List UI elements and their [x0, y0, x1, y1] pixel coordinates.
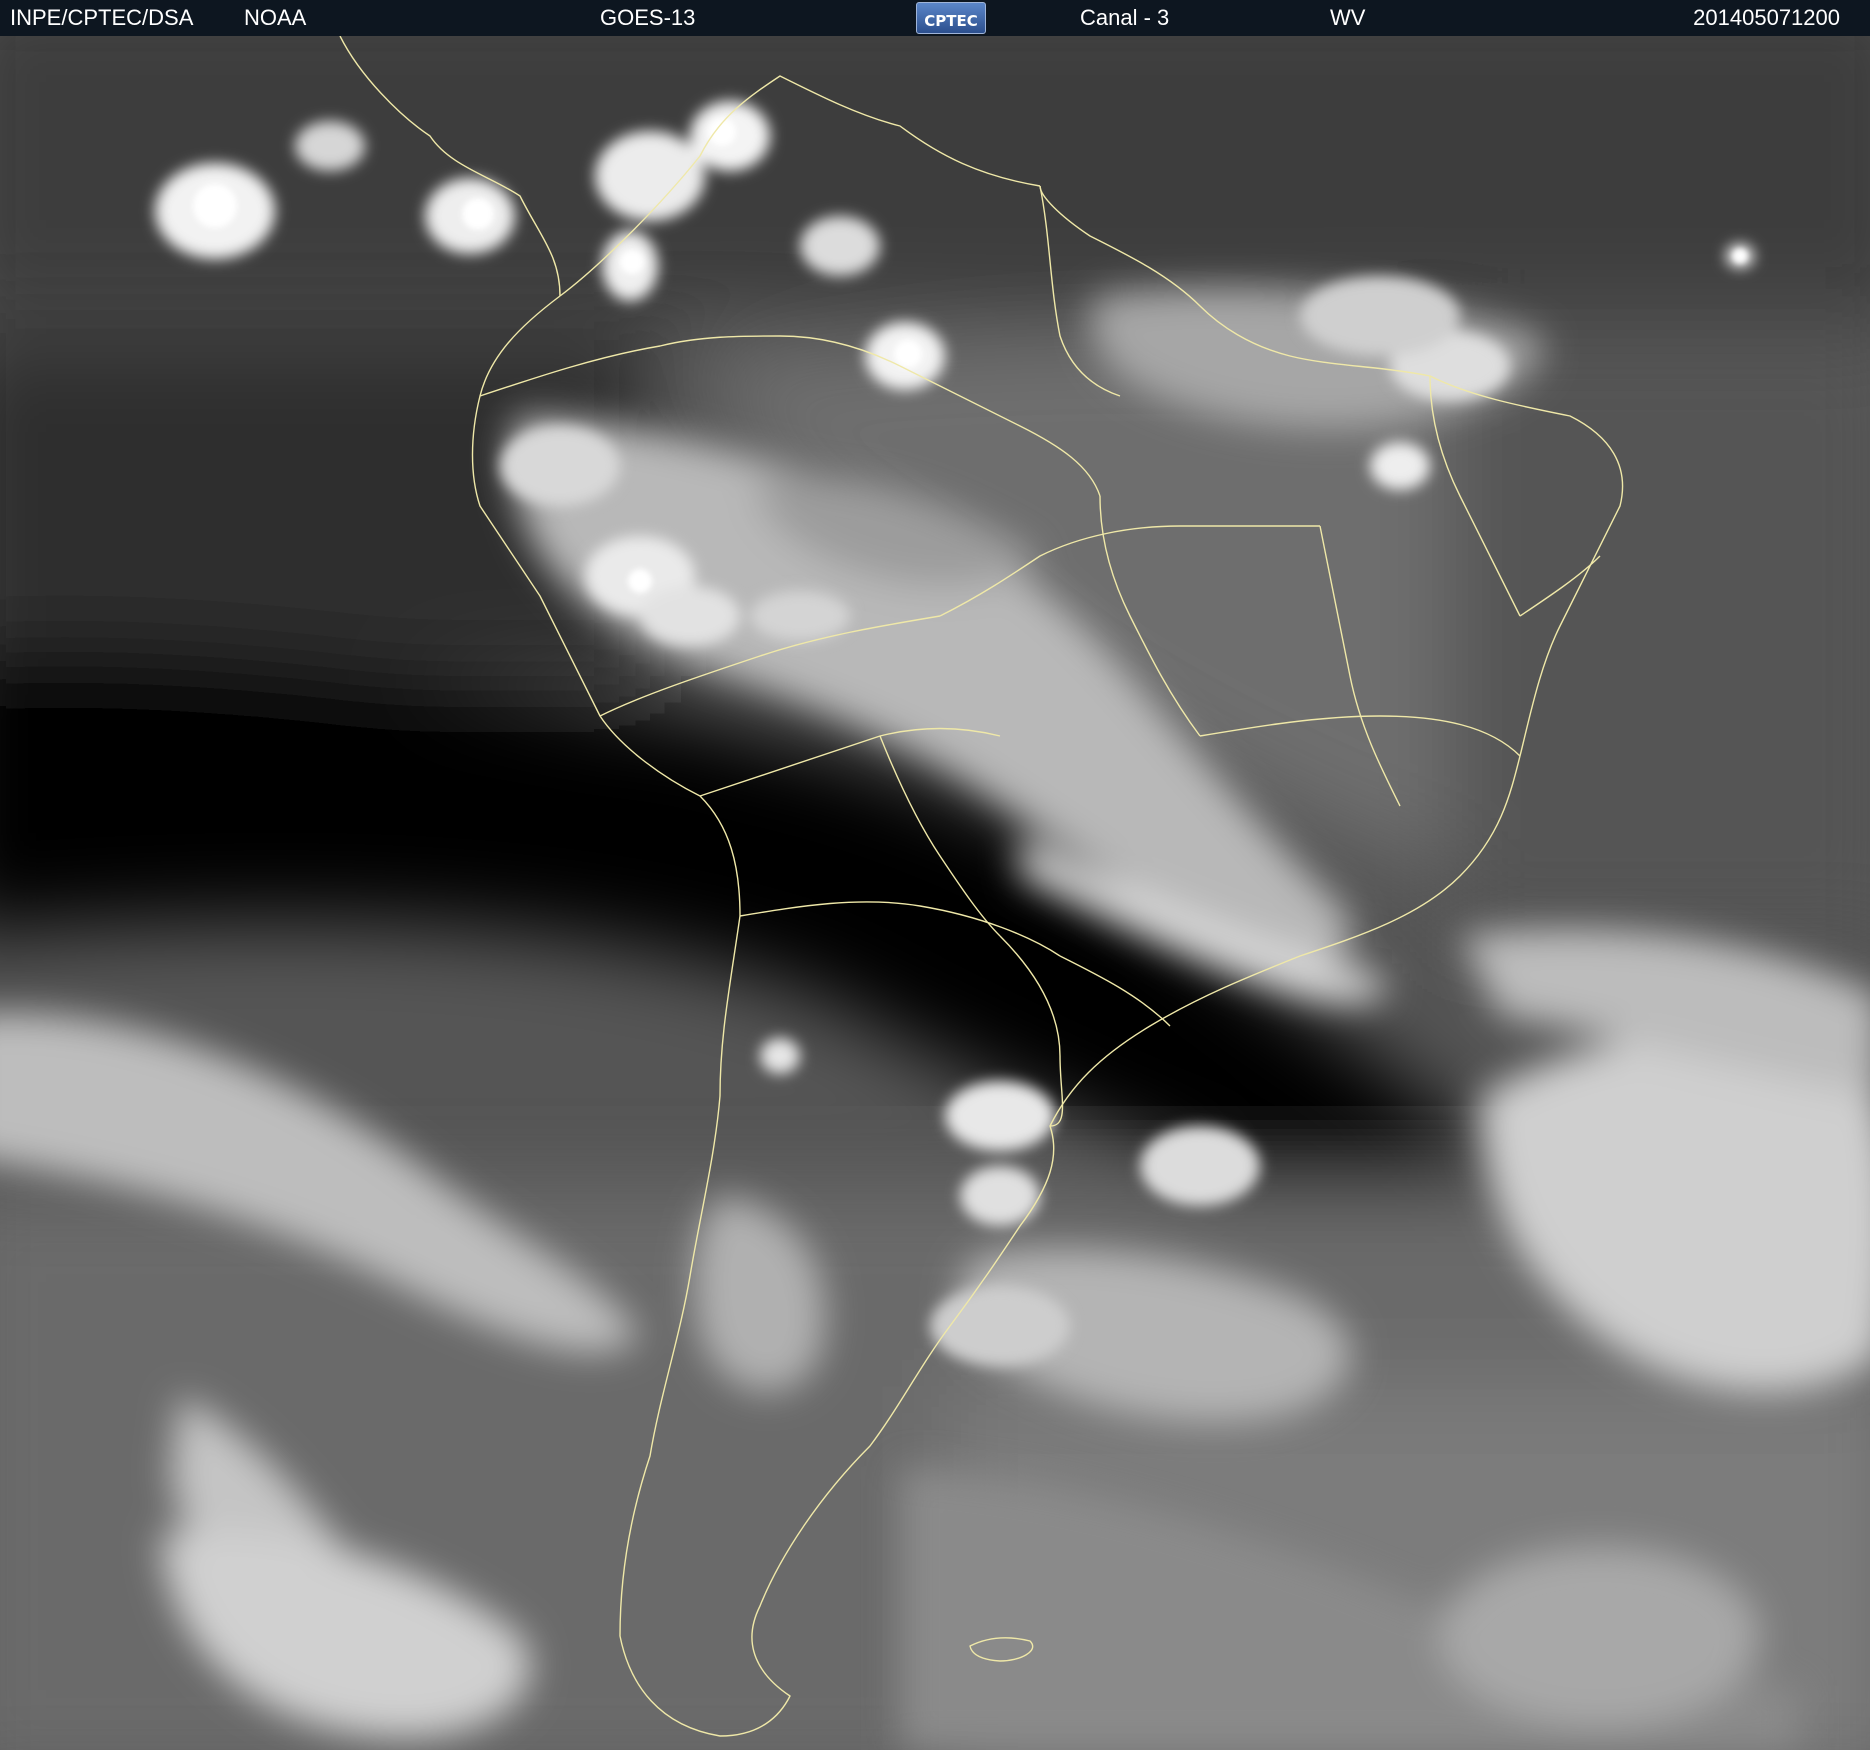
agency-label: NOAA	[244, 5, 307, 30]
satellite-image-svg	[0, 36, 1870, 1750]
water-vapor-satellite-image	[0, 36, 1870, 1750]
band-label: WV	[1330, 5, 1366, 30]
cptec-logo: CPTEC	[916, 2, 986, 34]
image-header-bar: INPE/CPTEC/DSA NOAA GOES-13 CPTEC Canal …	[0, 0, 1870, 36]
cptec-logo-text: CPTEC	[924, 12, 978, 30]
organization-label: INPE/CPTEC/DSA	[10, 5, 194, 30]
satellite-label: GOES-13	[600, 5, 696, 30]
timestamp-label: 201405071200	[1693, 5, 1840, 30]
channel-label: Canal - 3	[1080, 5, 1170, 30]
